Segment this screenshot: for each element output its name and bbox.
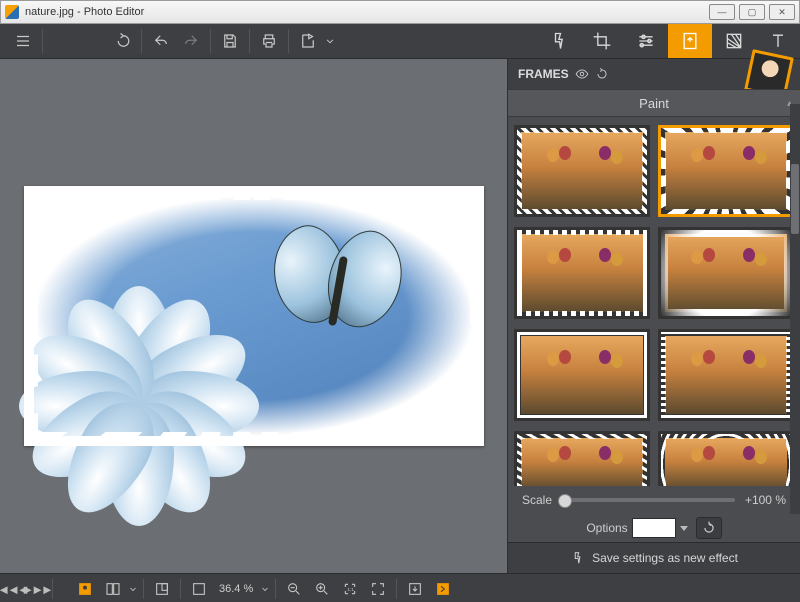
save-button[interactable] (215, 26, 245, 56)
frame-thumb[interactable] (514, 227, 650, 319)
options-row: Options (508, 514, 800, 542)
tab-effects[interactable] (536, 24, 580, 58)
minimize-button[interactable]: — (709, 4, 735, 20)
frame-thumb[interactable] (514, 329, 650, 421)
next-image-button[interactable]: ►►► (26, 579, 46, 599)
apply-button[interactable] (429, 576, 457, 602)
top-toolbar (0, 24, 800, 59)
scale-row: Scale +100 % (508, 486, 800, 514)
frames-panel: FRAMES Paint ▴ (507, 59, 800, 573)
reset-panel-icon[interactable] (595, 67, 609, 81)
split-dropdown[interactable] (127, 576, 139, 602)
save-effect-button[interactable]: Save settings as new effect (508, 542, 800, 573)
category-header[interactable]: Paint ▴ (508, 89, 800, 117)
visibility-icon[interactable] (575, 67, 589, 81)
save-effect-label: Save settings as new effect (592, 551, 738, 565)
redo-button[interactable] (176, 26, 206, 56)
tab-frames[interactable] (668, 24, 712, 58)
flask-icon (570, 551, 584, 565)
tab-adjust[interactable] (624, 24, 668, 58)
frame-thumb[interactable] (658, 125, 794, 217)
import-button[interactable] (401, 576, 429, 602)
canvas-area[interactable] (0, 59, 507, 573)
scale-label: Scale (522, 493, 552, 507)
split-view-button[interactable] (99, 576, 127, 602)
tab-textures[interactable] (712, 24, 756, 58)
close-button[interactable]: ✕ (769, 4, 795, 20)
actual-size-button[interactable]: 1:1 (336, 576, 364, 602)
export-dropdown[interactable] (323, 26, 337, 56)
panel-header: FRAMES (508, 59, 800, 89)
navigator-button[interactable] (148, 576, 176, 602)
undo-all-button[interactable] (107, 26, 137, 56)
menu-button[interactable] (8, 26, 38, 56)
category-title: Paint (639, 96, 669, 111)
window-title: nature.jpg - Photo Editor (25, 6, 144, 18)
zoom-value: 36.4 % (219, 583, 253, 595)
frame-thumb[interactable] (514, 125, 650, 217)
frame-grid (508, 117, 800, 486)
panel-scrollbar[interactable] (790, 104, 800, 514)
print-button[interactable] (254, 26, 284, 56)
undo-button[interactable] (146, 26, 176, 56)
fullscreen-button[interactable] (364, 576, 392, 602)
prev-image-button[interactable]: ◄◄◄ (2, 579, 22, 599)
reset-button[interactable] (696, 517, 722, 539)
svg-text:1:1: 1:1 (348, 587, 355, 592)
zoom-dropdown[interactable] (259, 576, 271, 602)
zoom-in-button[interactable] (308, 576, 336, 602)
export-button[interactable] (293, 26, 323, 56)
scale-slider[interactable] (562, 498, 735, 502)
zoom-out-button[interactable] (280, 576, 308, 602)
color-swatch[interactable] (632, 518, 676, 538)
frame-thumb[interactable] (658, 227, 794, 319)
tab-crop[interactable] (580, 24, 624, 58)
frame-thumb[interactable] (514, 431, 650, 486)
window-titlebar: nature.jpg - Photo Editor — ▢ ✕ (0, 0, 800, 24)
single-view-button[interactable] (71, 576, 99, 602)
fit-screen-button[interactable] (185, 576, 213, 602)
panel-title: FRAMES (518, 67, 569, 81)
frame-thumb[interactable] (658, 329, 794, 421)
image-canvas (24, 186, 484, 446)
color-dropdown-icon[interactable] (680, 526, 688, 531)
bottom-toolbar: ◄◄◄ ►►► 36.4 % 1:1 (0, 573, 800, 602)
options-label: Options (586, 521, 627, 535)
maximize-button[interactable]: ▢ (739, 4, 765, 20)
scale-value: +100 % (745, 493, 786, 507)
frame-thumb[interactable] (658, 431, 794, 486)
app-logo-icon (5, 5, 19, 19)
